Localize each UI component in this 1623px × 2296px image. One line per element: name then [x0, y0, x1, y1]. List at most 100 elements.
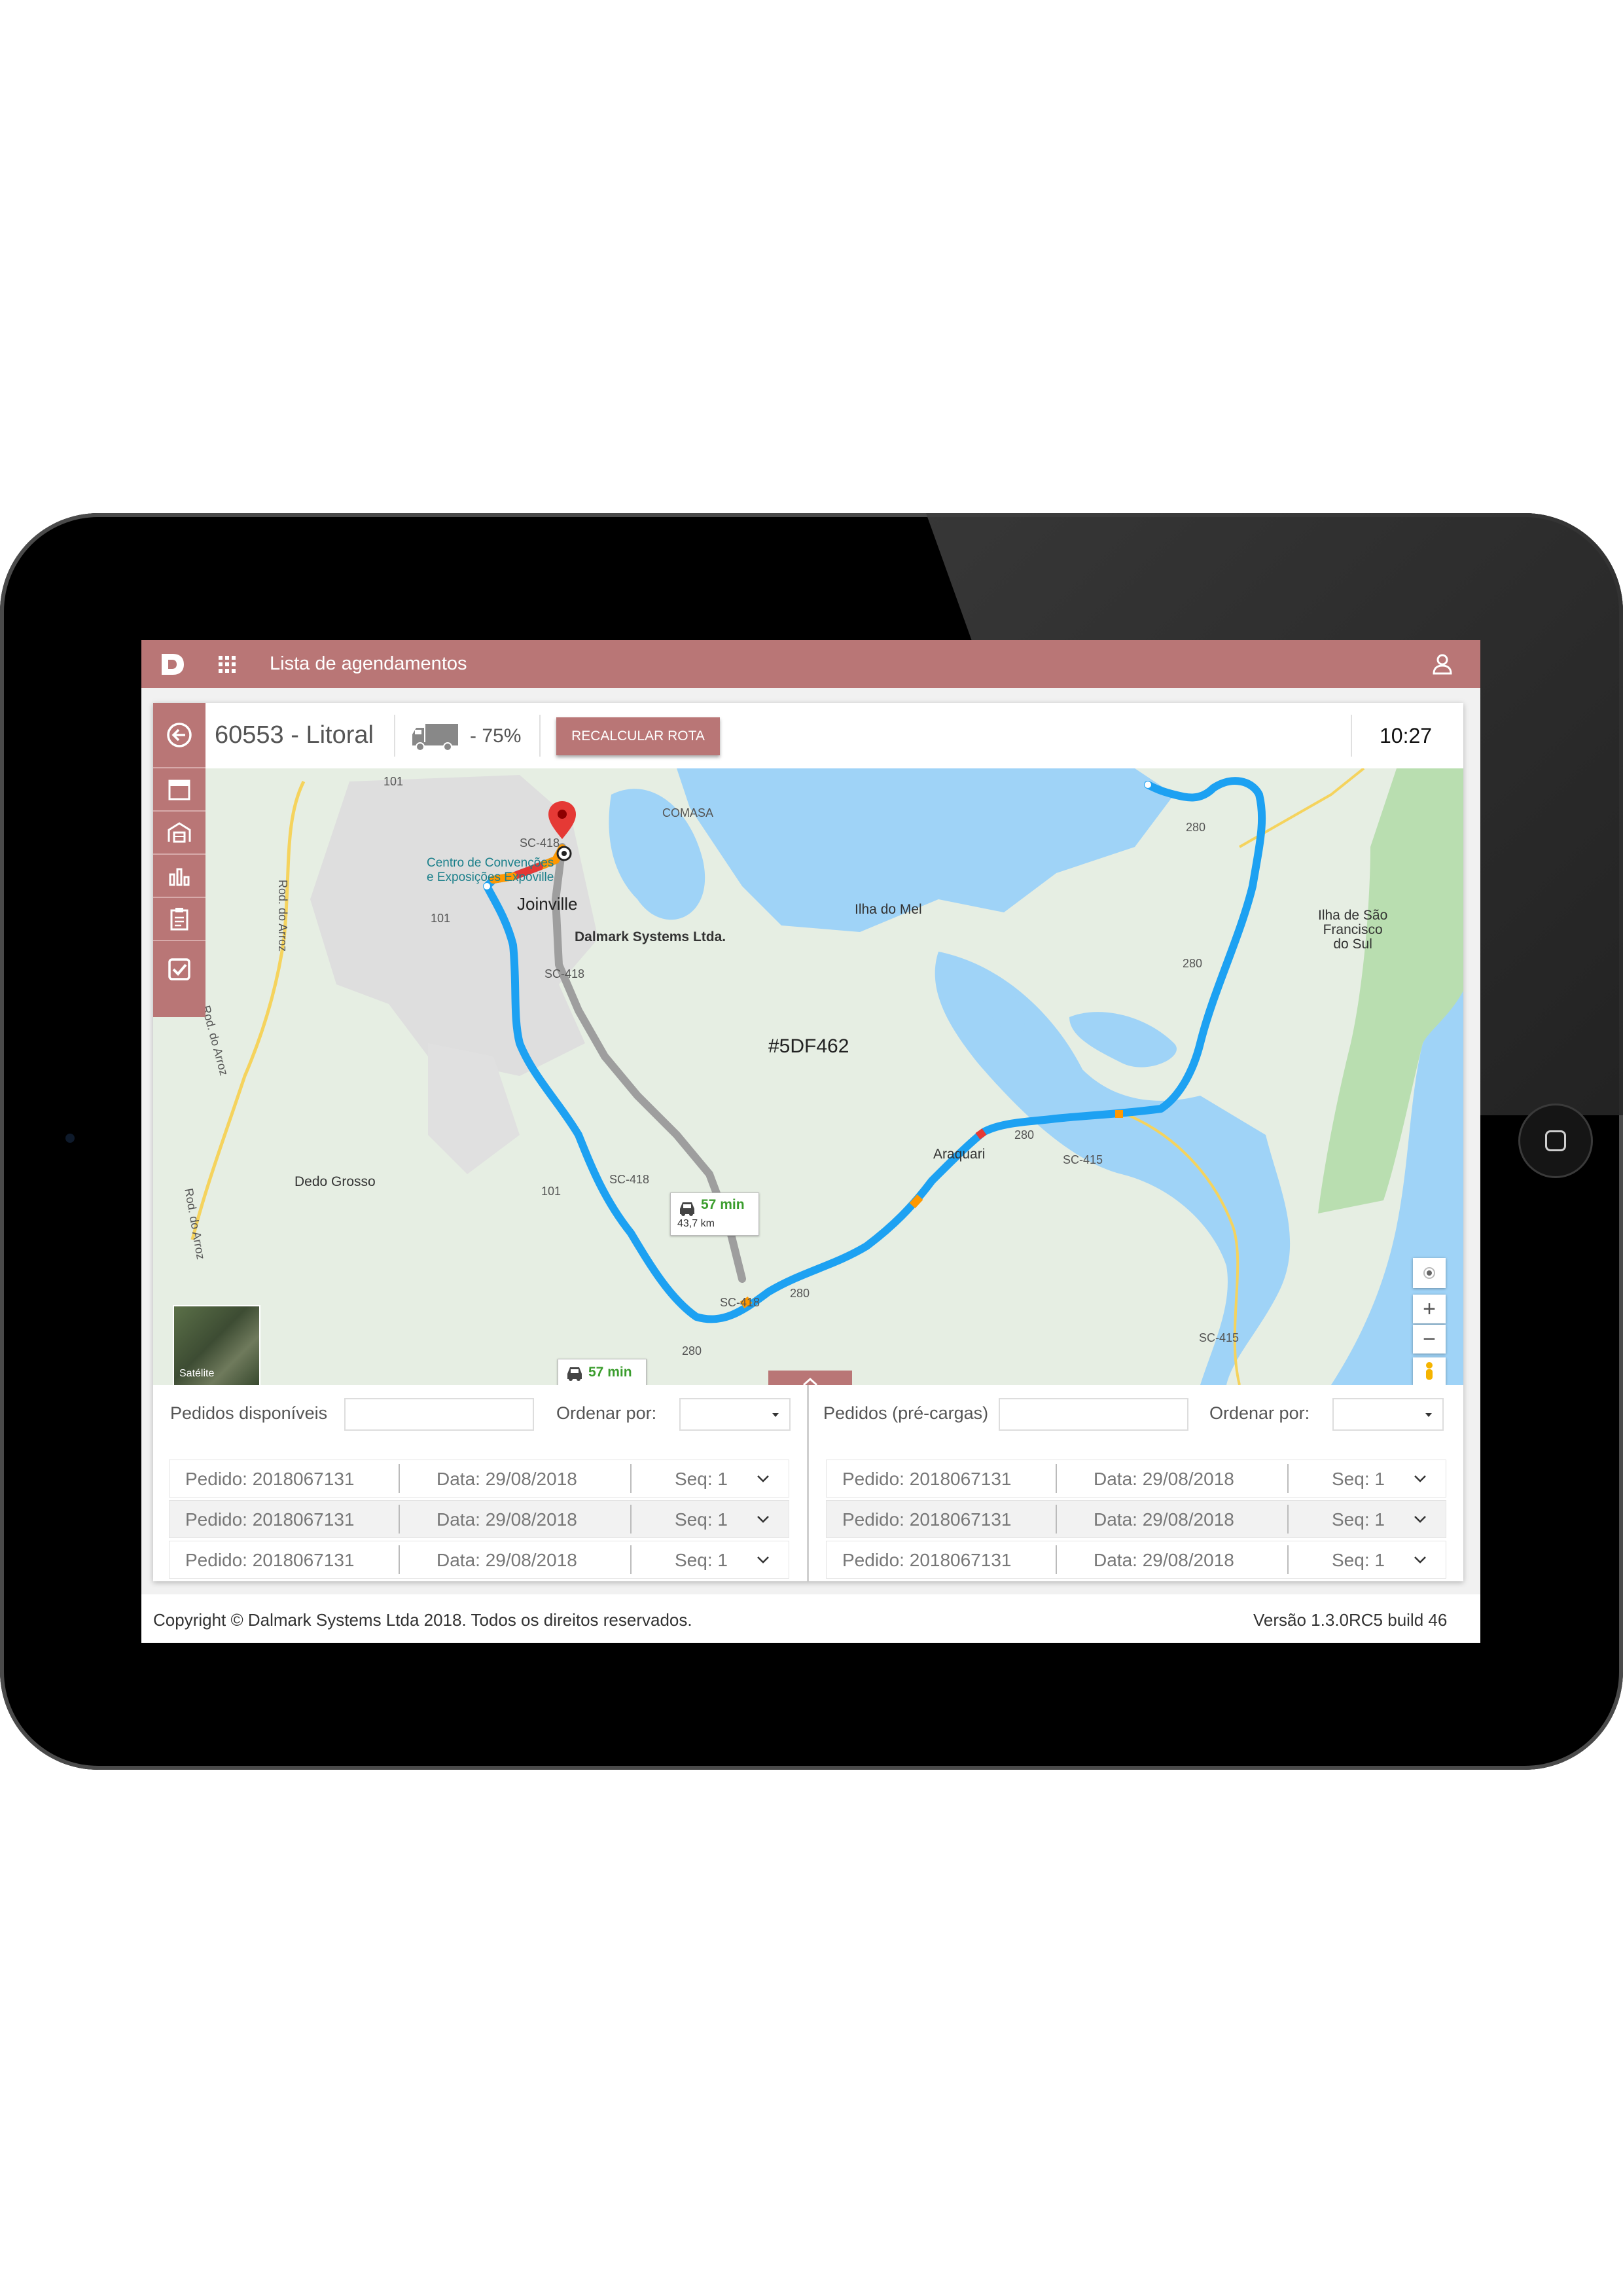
order-seq: Seq: 1	[675, 1550, 728, 1570]
statistics-button[interactable]	[153, 855, 205, 898]
order-seq: Seq: 1	[675, 1509, 728, 1530]
version-text: Versão 1.3.0RC5 build 46	[1253, 1610, 1448, 1630]
table-row[interactable]: Pedido: 2018067131 Data: 29/08/2018 Seq: 1	[169, 1460, 789, 1498]
clipboard-button[interactable]	[153, 898, 205, 941]
order-number: Pedido: 2018067131	[185, 1550, 355, 1570]
place-label: Dedo Grosso	[294, 1174, 376, 1189]
chevron-down-icon[interactable]	[1413, 1514, 1427, 1524]
poi-line: e Exposições Expoville	[427, 870, 554, 884]
available-orders-search-input[interactable]	[344, 1398, 534, 1431]
road-badge: SC-418	[520, 836, 560, 850]
order-date: Data: 29/08/2018	[1094, 1550, 1234, 1570]
road-badge: 280	[682, 1344, 702, 1357]
chevron-down-icon[interactable]	[756, 1473, 770, 1484]
table-row[interactable]: Pedido: 2018067131 Data: 29/08/2018 Seq: 1	[169, 1500, 789, 1538]
clock-time: 10:27	[1380, 724, 1433, 747]
warehouse-icon	[168, 822, 191, 843]
calendar-button[interactable]	[153, 768, 205, 812]
back-button[interactable]	[153, 703, 205, 768]
sort-select[interactable]	[1332, 1398, 1444, 1431]
apps-grid-icon[interactable]	[219, 656, 236, 673]
divider	[1351, 715, 1352, 757]
order-date: Data: 29/08/2018	[1094, 1469, 1234, 1489]
table-row[interactable]: Pedido: 2018067131 Data: 29/08/2018 Seq: 1	[826, 1541, 1446, 1579]
satellite-toggle[interactable]: Satélite	[173, 1305, 260, 1385]
order-number: Pedido: 2018067131	[842, 1469, 1012, 1489]
cell-divider	[630, 1505, 632, 1534]
sort-select[interactable]	[679, 1398, 791, 1431]
chevron-down-icon[interactable]	[756, 1514, 770, 1524]
available-orders-title: Pedidos disponíveis	[170, 1403, 328, 1423]
chevron-down-icon[interactable]	[1413, 1473, 1427, 1484]
warehouse-button[interactable]	[153, 812, 205, 855]
poi-label[interactable]: Centro de Convenções e Exposições Expovi…	[427, 856, 554, 885]
zoom-in-button[interactable]: +	[1413, 1295, 1446, 1323]
route-info-bubble[interactable]: 57 min	[558, 1359, 647, 1385]
road-badge: 280	[1014, 1128, 1035, 1141]
road-badge: 280	[1183, 957, 1203, 970]
user-icon[interactable]	[1431, 652, 1454, 675]
table-row[interactable]: Pedido: 2018067131 Data: 29/08/2018 Seq: 1	[826, 1460, 1446, 1498]
place-label: Ilha de São Francisco do Sul	[1318, 908, 1387, 952]
order-date: Data: 29/08/2018	[437, 1550, 577, 1570]
place-line: Francisco	[1323, 922, 1383, 937]
locate-icon[interactable]	[1413, 1258, 1446, 1288]
divider	[394, 715, 395, 757]
road-badge: SC-418	[720, 1296, 760, 1309]
route-map[interactable]: COMASA SC-418 SC-418 SC-418 SC-418 101 1…	[153, 768, 1463, 1385]
road-badge: SC-418	[609, 1173, 650, 1186]
satellite-label: Satélite	[179, 1368, 215, 1379]
divider	[539, 715, 541, 757]
cell-divider	[1287, 1505, 1289, 1534]
order-number: Pedido: 2018067131	[842, 1509, 1012, 1530]
zoom-out-button[interactable]: −	[1413, 1325, 1446, 1354]
recalculate-route-button[interactable]: RECALCULAR ROTA	[556, 717, 720, 755]
vehicle-label[interactable]: #5DF462	[768, 1035, 849, 1058]
order-number: Pedido: 2018067131	[842, 1550, 1012, 1570]
road-badge: 280	[1186, 821, 1206, 834]
table-row[interactable]: Pedido: 2018067131 Data: 29/08/2018 Seq: 1	[169, 1541, 789, 1579]
preload-orders-pane: Pedidos (pré-cargas) Ordenar por: Pedido…	[809, 1385, 1463, 1581]
order-date: Data: 29/08/2018	[1094, 1509, 1234, 1530]
road-badge: 101	[431, 912, 451, 925]
chevron-down-icon[interactable]	[756, 1554, 770, 1565]
side-toolbar	[153, 703, 205, 1017]
available-orders-table: Pedido: 2018067131 Data: 29/08/2018 Seq: 1…	[169, 1460, 789, 1581]
road-badge: 280	[790, 1287, 810, 1300]
order-number: Pedido: 2018067131	[185, 1469, 355, 1489]
car-icon	[567, 1367, 582, 1381]
route-info-bubble[interactable]: 57 min 43,7 km	[670, 1193, 759, 1236]
route-header: 60553 - Litoral - 75% RECALCULAR ROTA 10…	[153, 703, 1463, 768]
chevron-down-icon[interactable]	[1413, 1554, 1427, 1565]
cell-divider	[399, 1505, 400, 1534]
app-title[interactable]: Lista de agendamentos	[270, 653, 467, 675]
chevron-up-icon	[802, 1377, 818, 1385]
road-badge: 101	[541, 1185, 562, 1198]
confirm-button[interactable]	[153, 941, 205, 997]
car-icon	[680, 1202, 694, 1216]
preload-orders-search-input[interactable]	[999, 1398, 1188, 1431]
cell-divider	[630, 1545, 632, 1574]
home-button[interactable]	[1518, 1103, 1593, 1178]
company-label[interactable]: Dalmark Systems Ltda.	[575, 929, 726, 945]
street-view-icon[interactable]	[1413, 1357, 1446, 1385]
cell-divider	[1287, 1464, 1289, 1493]
copyright-text: Copyright © Dalmark Systems Ltda 2018. T…	[153, 1610, 692, 1630]
table-row[interactable]: Pedido: 2018067131 Data: 29/08/2018 Seq: 1	[826, 1500, 1446, 1538]
place-label: Araquari	[933, 1147, 986, 1162]
order-date: Data: 29/08/2018	[437, 1469, 577, 1489]
route-title: 60553 - Litoral	[215, 721, 374, 749]
clipboard-icon	[170, 908, 188, 931]
app-bar: Lista de agendamentos	[141, 640, 1480, 688]
road-badge: SC-415	[1199, 1331, 1240, 1344]
order-seq: Seq: 1	[1332, 1469, 1385, 1489]
dalmark-logo-icon[interactable]	[160, 652, 186, 677]
place-line: Ilha de São	[1318, 908, 1388, 923]
footer: Copyright © Dalmark Systems Ltda 2018. T…	[141, 1594, 1480, 1643]
route-time: 57 min	[588, 1365, 632, 1380]
expand-panel-button[interactable]	[768, 1371, 852, 1385]
cell-divider	[1056, 1545, 1057, 1574]
preload-orders-table: Pedido: 2018067131 Data: 29/08/2018 Seq: 1…	[826, 1460, 1446, 1581]
order-seq: Seq: 1	[1332, 1550, 1385, 1570]
preload-orders-title: Pedidos (pré-cargas)	[823, 1403, 989, 1423]
